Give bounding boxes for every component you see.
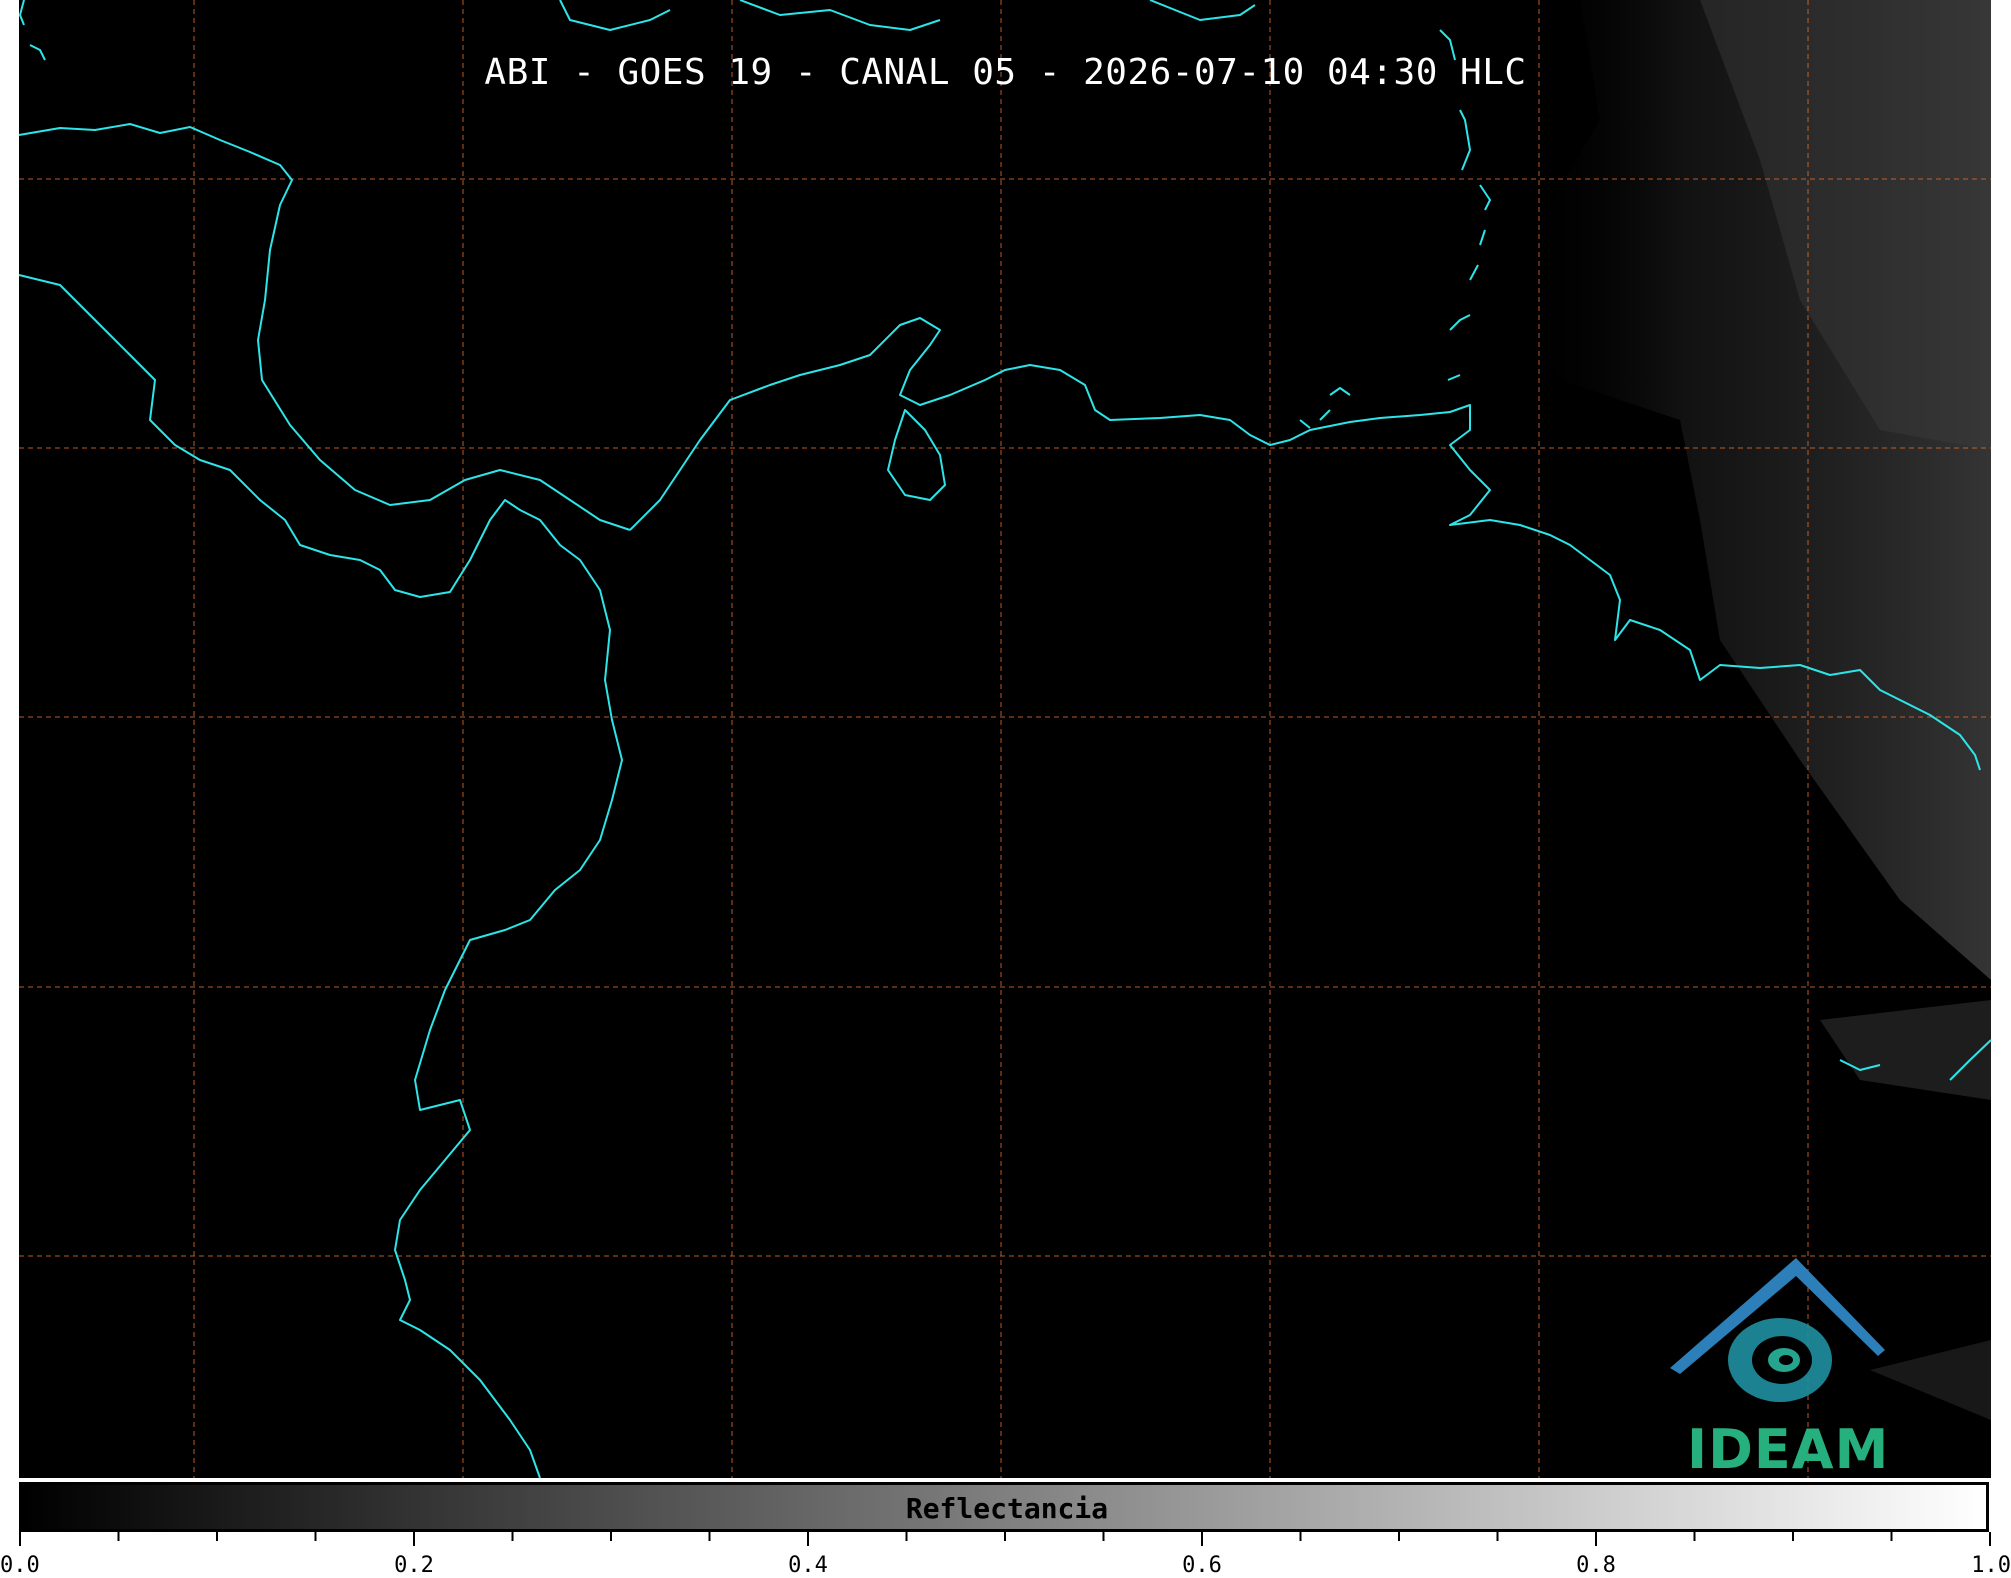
colorbar-tick-label: 0.6 bbox=[1182, 1553, 1222, 1578]
colorbar: Reflectancia bbox=[19, 1482, 1989, 1532]
satellite-map bbox=[18, 0, 1992, 1479]
colorbar-tick-label: 1.0 bbox=[1971, 1553, 2011, 1578]
colorbar-tick-label: 0.2 bbox=[394, 1553, 434, 1578]
colorbar-tick-label: 0.8 bbox=[1576, 1553, 1616, 1578]
ideam-logo-text: IDEAM bbox=[1687, 1418, 1890, 1481]
colorbar-ticks bbox=[19, 1532, 1991, 1546]
colorbar-tick-label: 0.4 bbox=[788, 1553, 828, 1578]
map-title: ABI - GOES 19 - CANAL 05 - 2026-07-10 04… bbox=[484, 52, 1527, 93]
colorbar-label: Reflectancia bbox=[905, 1492, 1109, 1525]
colorbar-tick-label: 0.0 bbox=[0, 1553, 40, 1578]
